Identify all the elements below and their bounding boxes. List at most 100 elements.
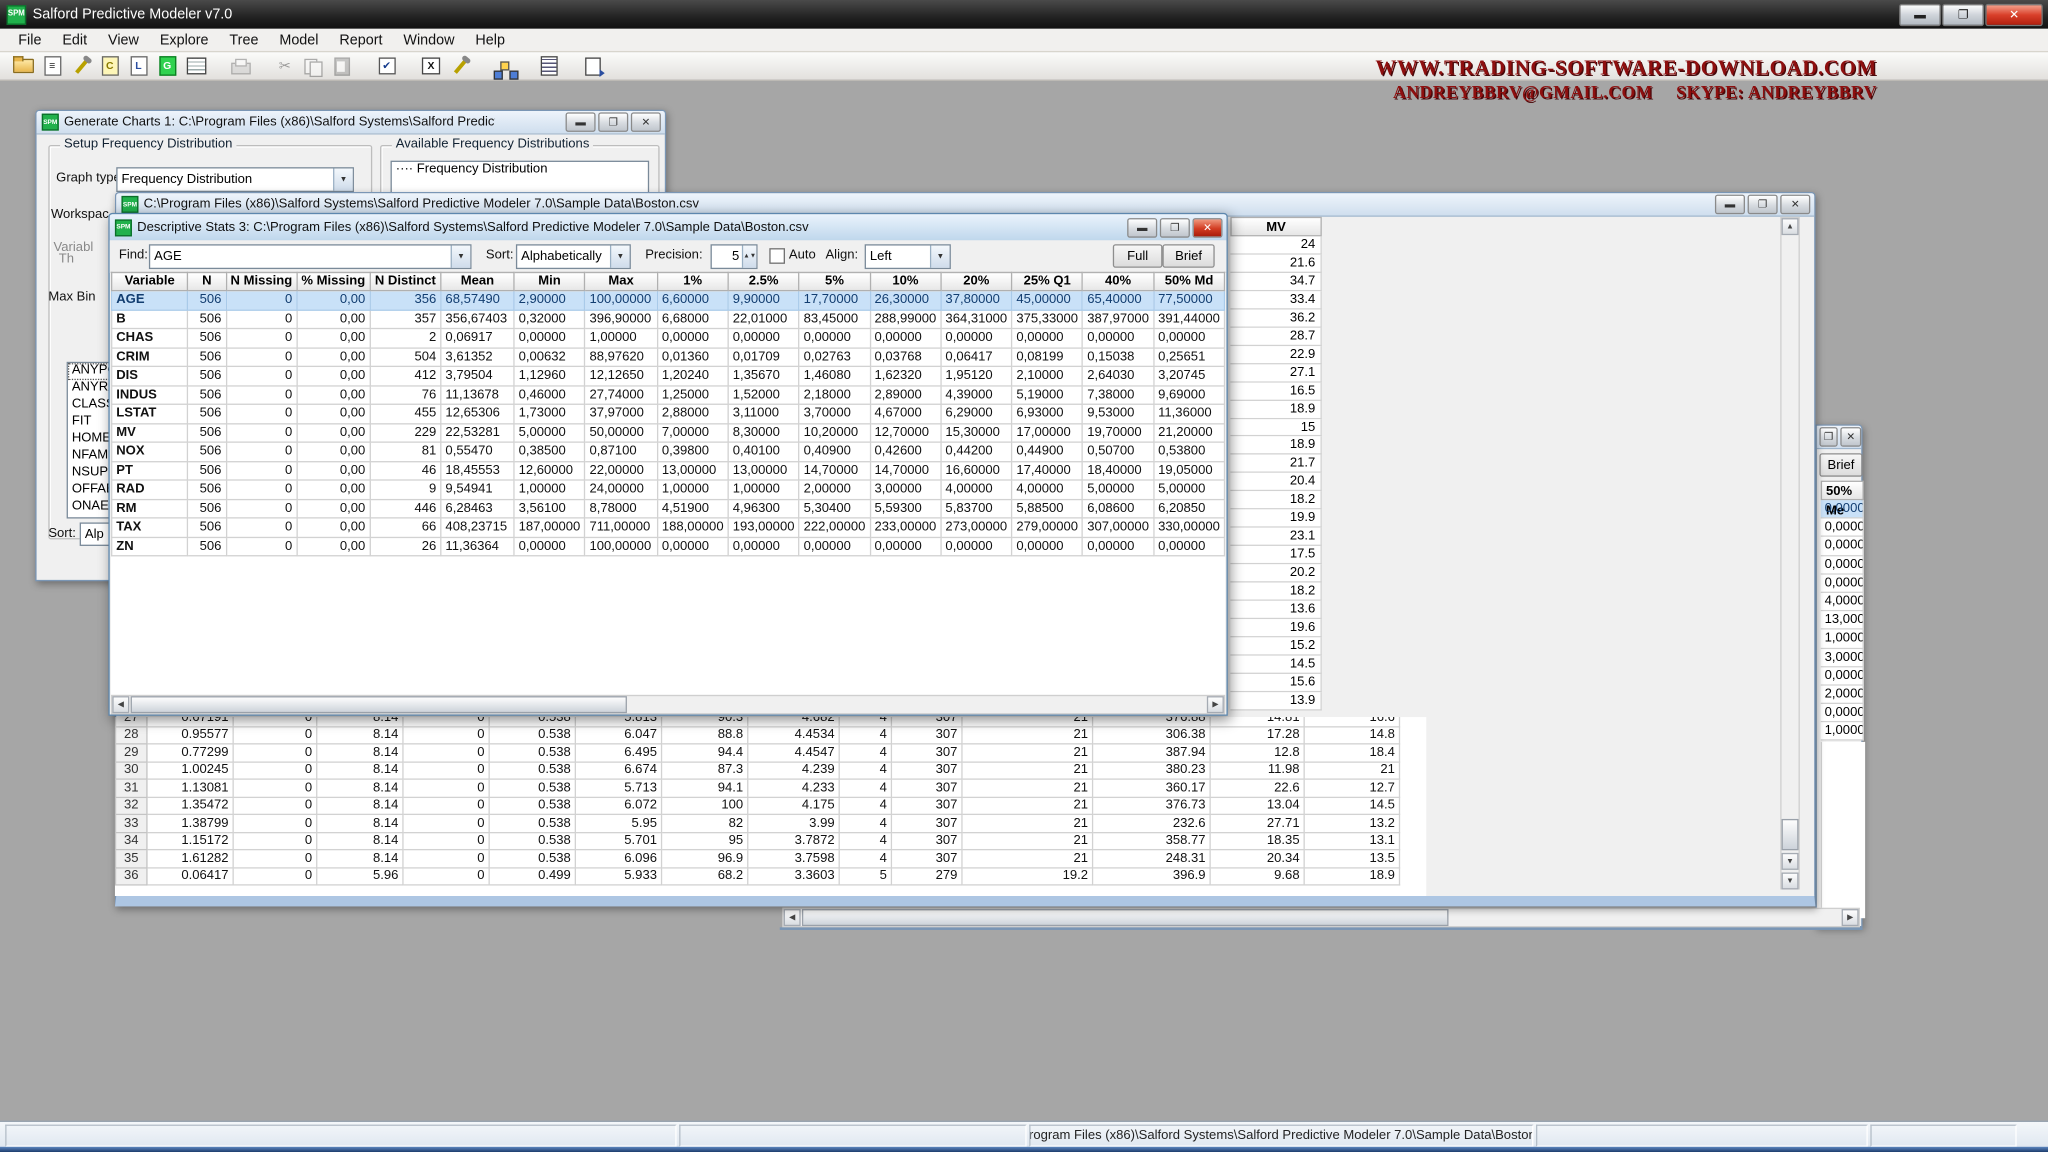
data-cell[interactable]: 0.538 — [489, 761, 575, 779]
data-cell[interactable]: 4.4534 — [748, 726, 839, 744]
mv-value-cell[interactable]: 33.4 — [1230, 291, 1321, 309]
data-cell[interactable]: 12.8 — [1210, 744, 1304, 762]
mv-value-cell[interactable]: 19.9 — [1230, 510, 1321, 528]
data-cell[interactable]: 21 — [962, 761, 1093, 779]
data-cell[interactable]: 21 — [962, 779, 1093, 797]
stats-row[interactable]: LSTAT50600,0045512,653061,7300037,970002… — [112, 404, 1225, 423]
mv-value-cell[interactable]: 28.7 — [1230, 328, 1321, 346]
data-cell[interactable]: 0 — [233, 761, 317, 779]
stats2-value-cell[interactable]: 13,00000 — [1821, 611, 1864, 630]
mv-value-cell[interactable]: 18.9 — [1230, 400, 1321, 418]
open-file-icon[interactable] — [10, 54, 36, 78]
data-cell[interactable]: 13.5 — [1304, 850, 1399, 868]
data-cell[interactable]: 8.14 — [317, 744, 403, 762]
data-cell[interactable]: 18.4 — [1304, 744, 1399, 762]
menu-file[interactable]: File — [8, 29, 52, 50]
vertical-scrollbar[interactable]: ▲ ▼ ▼ — [1780, 217, 1800, 890]
data-cell[interactable]: 22.6 — [1210, 779, 1304, 797]
data-cell[interactable]: 0.538 — [489, 797, 575, 815]
data-cell[interactable]: 0 — [233, 797, 317, 815]
data-cell[interactable]: 96.9 — [662, 850, 748, 868]
row-header-cell[interactable]: 33 — [116, 814, 147, 832]
data-cell[interactable]: 0 — [403, 814, 489, 832]
data-cell[interactable]: 21 — [962, 832, 1093, 850]
row-header-cell[interactable]: 29 — [116, 744, 147, 762]
stats-row[interactable]: RAD50600,0099,549411,0000024,000001,0000… — [112, 480, 1225, 499]
column-header--missing[interactable]: % Missing — [297, 272, 370, 290]
scrollbar-thumb[interactable] — [131, 696, 627, 713]
mv-value-cell[interactable]: 34.7 — [1230, 273, 1321, 291]
mv-value-cell[interactable]: 23.1 — [1230, 528, 1321, 546]
stats-horizontal-scrollbar[interactable]: ◀ ▶ — [111, 695, 1225, 715]
log-window-icon[interactable]: L — [125, 54, 151, 78]
data-cell[interactable]: 307 — [891, 744, 962, 762]
data-cell[interactable]: 5.701 — [575, 832, 661, 850]
row-header-cell[interactable]: 28 — [116, 726, 147, 744]
data-cell[interactable]: 12.7 — [1304, 779, 1399, 797]
minimize-button[interactable]: ▬ — [566, 112, 596, 132]
data-cell[interactable]: 4 — [839, 744, 891, 762]
data-cell[interactable]: 8.14 — [317, 726, 403, 744]
column-header-2-5-[interactable]: 2.5% — [728, 272, 799, 290]
stats2-value-cell[interactable]: 0,00000 — [1821, 519, 1864, 538]
column-header-max[interactable]: Max — [585, 272, 657, 290]
sort-select[interactable]: Alphabetically ▼ — [516, 244, 631, 269]
data-cell[interactable]: 380.23 — [1093, 761, 1211, 779]
full-button[interactable]: Full — [1113, 244, 1163, 268]
mv-value-cell[interactable]: 15.2 — [1230, 637, 1321, 655]
column-header-mean[interactable]: Mean — [441, 272, 514, 290]
data-cell[interactable]: 14.8 — [1304, 726, 1399, 744]
data-cell[interactable]: 0.499 — [489, 867, 575, 885]
data-cell[interactable]: 358.77 — [1093, 832, 1211, 850]
data-cell[interactable]: 27.71 — [1210, 814, 1304, 832]
brief-button[interactable]: Brief — [1819, 453, 1862, 477]
maximize-button[interactable]: ❐ — [1819, 427, 1837, 447]
data-cell[interactable]: 4 — [839, 832, 891, 850]
row-header-cell[interactable]: 27 — [116, 717, 147, 726]
auto-checkbox[interactable] — [769, 248, 785, 264]
stats2-value-cell[interactable]: 1,00000 — [1821, 723, 1864, 742]
mv-value-cell[interactable]: 27.1 — [1230, 364, 1321, 382]
stats2-value-cell[interactable]: 1,00000 — [1821, 630, 1864, 649]
data-cell[interactable]: 4 — [839, 797, 891, 815]
data-cell[interactable]: 11.98 — [1210, 761, 1304, 779]
mv-value-cell[interactable]: 21.7 — [1230, 455, 1321, 473]
row-header-cell[interactable]: 32 — [116, 797, 147, 815]
stats2-value-cell[interactable]: 0,00000 — [1821, 537, 1864, 556]
data-cell[interactable]: 0.95577 — [147, 726, 233, 744]
tools-icon[interactable] — [447, 54, 473, 78]
data-cell[interactable]: 0 — [403, 867, 489, 885]
column-header-40-[interactable]: 40% — [1083, 272, 1154, 290]
data-cell[interactable]: 13.2 — [1304, 814, 1399, 832]
data-cell[interactable]: 0 — [403, 726, 489, 744]
model-setup-icon[interactable]: ≡ — [39, 54, 65, 78]
data-cell[interactable]: 21 — [962, 717, 1093, 726]
data-cell[interactable]: 376.73 — [1093, 797, 1211, 815]
stats2-value-cell[interactable]: 0,00000 — [1821, 500, 1864, 519]
mv-value-cell[interactable]: 19.6 — [1230, 619, 1321, 637]
report-window-icon[interactable] — [536, 54, 562, 78]
data-cell[interactable]: 18.9 — [1304, 867, 1399, 885]
stats2-value-cell[interactable]: 0,00000 — [1821, 667, 1864, 686]
data-cell[interactable]: 307 — [891, 779, 962, 797]
mv-value-cell[interactable]: 22.9 — [1230, 346, 1321, 364]
stats-row[interactable]: PT50600,004618,4555312,6000022,0000013,0… — [112, 461, 1225, 480]
data-cell[interactable]: 5 — [839, 867, 891, 885]
scroll-right-icon[interactable]: ▶ — [1842, 909, 1859, 926]
select-variables-icon[interactable]: ✔ — [374, 54, 400, 78]
data-cell[interactable]: 8.14 — [317, 761, 403, 779]
maximize-button[interactable]: ❐ — [1160, 217, 1190, 237]
data-cell[interactable]: 0 — [403, 850, 489, 868]
scroll-down-icon[interactable]: ▼ — [1782, 853, 1799, 870]
chevron-down-icon[interactable]: ▼ — [930, 246, 950, 268]
scrollbar-thumb[interactable] — [1782, 819, 1799, 850]
data-grid-row[interactable]: 360.0641705.9600.4995.93368.23.360352791… — [116, 867, 1400, 885]
mv-value-cell[interactable]: 17.5 — [1230, 546, 1321, 564]
row-header-cell[interactable]: 35 — [116, 850, 147, 868]
data-cell[interactable]: 376.88 — [1093, 717, 1211, 726]
stats-row[interactable]: TAX50600,0066408,23715187,00000711,00000… — [112, 518, 1225, 537]
scrollbar-thumb[interactable] — [802, 909, 1449, 926]
data-cell[interactable]: 20.34 — [1210, 850, 1304, 868]
brief-button[interactable]: Brief — [1162, 244, 1214, 268]
stats-row[interactable]: CHAS50600,0020,069170,000001,000000,0000… — [112, 328, 1225, 347]
